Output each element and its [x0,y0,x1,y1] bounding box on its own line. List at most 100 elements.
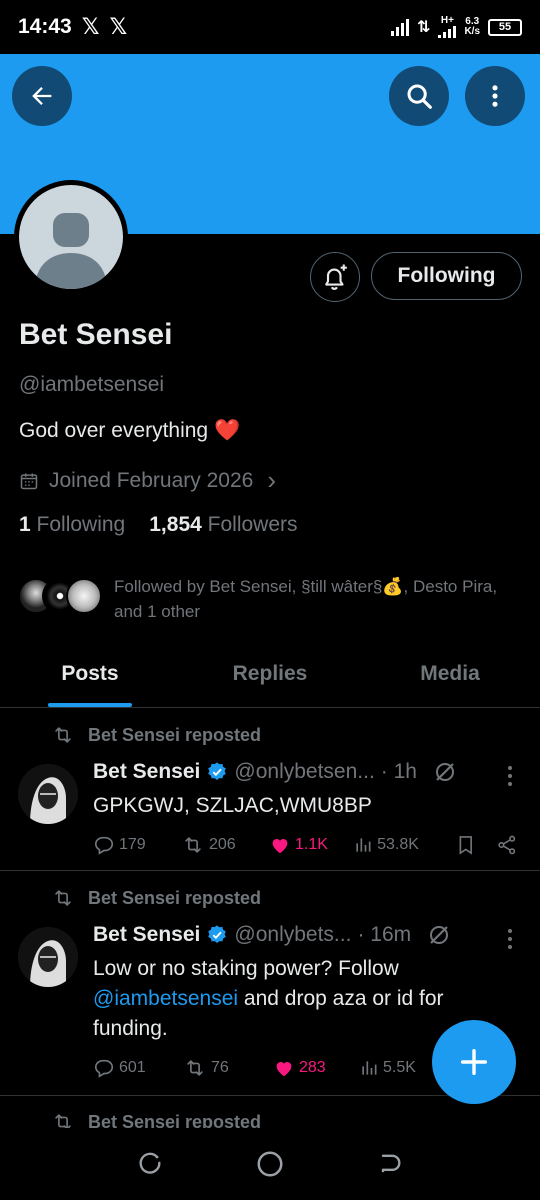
bookmark-icon[interactable] [455,834,477,856]
heart-emoji: ❤️ [213,419,241,442]
following-label: Following [36,513,126,536]
notify-button[interactable] [310,252,360,302]
post-text: GPKGWJ, SZLJAC,WMU8BP [93,794,372,817]
post-author-handle: @onlybetsen... [234,760,375,783]
tab-media[interactable]: Media [360,640,540,707]
post-header: Bet Sensei @onlybetsen... · 1h [93,760,457,784]
reply-count: 601 [119,1059,146,1076]
post-author-name[interactable]: Bet Sensei [93,923,200,947]
follower-avatar [66,578,102,614]
calendar-icon [20,473,38,489]
post-text: Low or no staking power? Follow @iambets… [93,954,493,1044]
verified-badge-icon [206,924,228,946]
post-avatar[interactable] [18,764,78,824]
view-count: 53.8K [377,836,419,853]
profile-handle: @iambetsensei [19,373,165,396]
following-count: 1 [19,513,31,536]
post-time: · 1h [380,760,417,783]
back-arrow-icon [32,87,52,105]
chevron-right-icon[interactable]: › [267,465,276,496]
views-chart-icon [356,838,371,852]
compose-button[interactable] [432,1020,516,1104]
reply-icon [94,1059,114,1078]
bell-plus-icon [325,264,347,290]
system-nav-bar [0,1128,540,1200]
x-logo-icon: 𝕏 [81,14,100,39]
recents-icon[interactable] [136,1150,164,1178]
reply-count: 179 [119,836,146,853]
views-button[interactable]: 53.8K [353,835,447,855]
profile-avatar[interactable] [14,180,128,294]
verified-badge-icon [206,761,228,783]
joined-text: Joined February 2026 [49,468,254,492]
repost-count: 206 [209,836,236,853]
post-more-icon[interactable] [506,765,514,787]
search-button[interactable] [389,66,449,126]
mention-link[interactable]: @iambetsensei [93,987,238,1010]
bio-text: God over everything [19,419,209,442]
tab-replies[interactable]: Replies [180,640,360,707]
post-author-name[interactable]: Bet Sensei [93,760,200,784]
search-icon [407,84,432,109]
post-more-icon[interactable] [506,928,514,950]
repost-icon [187,1060,203,1076]
following-count-link[interactable]: 1 Following [19,513,125,537]
more-options-button[interactable] [465,66,525,126]
post-time: · 16m [357,923,412,946]
view-count: 5.5K [383,1059,416,1076]
repost-button[interactable]: 206 [181,834,269,856]
repost-button[interactable]: 76 [183,1057,273,1079]
status-time: 14:43 [18,15,72,38]
signal-icon-2 [438,26,457,38]
followers-label: Followers [207,513,298,536]
share-icon[interactable] [496,834,518,856]
status-bar: 14:43 𝕏 𝕏 ⇅ H+ 6.3 K/s 55 [0,0,540,54]
heart-filled-icon [276,1062,292,1077]
like-count: 283 [299,1059,326,1076]
following-button[interactable]: Following [371,252,522,300]
heart-filled-icon [272,839,288,854]
like-count: 1.1K [295,836,328,853]
like-button[interactable]: 283 [273,1057,359,1079]
post-actions: 179 206 1.1K 53.8K [93,834,518,856]
followed-by-text: Followed by Bet Sensei, §till wâter§💰, D… [114,577,498,621]
repost-indicator: Bet Sensei reposted [52,887,261,909]
plus-icon [460,1048,488,1076]
tab-posts[interactable]: Posts [0,640,180,707]
back-button[interactable] [12,66,72,126]
post-avatar[interactable] [18,927,78,987]
post-text-part: Low or no staking power? Follow [93,957,399,980]
profile-tabs: Posts Replies Media [0,640,540,708]
followers-count: 1,854 [149,513,202,536]
post-item[interactable]: Bet Sensei reposted Bet Sensei @onlybets… [0,709,540,871]
grok-icon[interactable] [433,760,457,784]
more-vertical-icon [492,85,498,107]
home-icon[interactable] [255,1149,285,1179]
battery-level: 55 [498,21,512,33]
repost-icon [55,890,71,906]
default-avatar-icon [19,185,123,289]
reply-button[interactable]: 179 [93,834,181,856]
reply-icon [94,836,114,855]
like-button[interactable]: 1.1K [269,834,353,856]
joined-date: Joined February 2026 › [19,465,276,496]
repost-indicator: Bet Sensei reposted [52,724,261,746]
grok-icon[interactable] [427,923,451,947]
network-type: H+ [440,15,454,26]
profile-name: Bet Sensei [19,318,173,351]
signal-icon [391,18,410,36]
follow-counts: 1 Following 1,854 Followers [19,513,298,537]
reply-button[interactable]: 601 [93,1057,183,1079]
back-nav-icon[interactable] [376,1150,404,1178]
net-speed-unit: K/s [464,26,480,37]
followed-by[interactable]: Followed by Bet Sensei, §till wâter§💰, D… [18,574,518,624]
battery-icon: 55 [488,18,522,36]
post-author-handle: @onlybets... [234,923,352,946]
x-logo-icon: 𝕏 [109,14,128,39]
data-arrows-icon: ⇅ [417,19,431,36]
followers-count-link[interactable]: 1,854 Followers [149,513,297,537]
repost-count: 76 [211,1059,229,1076]
post-header: Bet Sensei @onlybets... · 16m [93,923,451,947]
repost-icon [55,727,71,743]
repost-label: Bet Sensei reposted [88,724,262,745]
